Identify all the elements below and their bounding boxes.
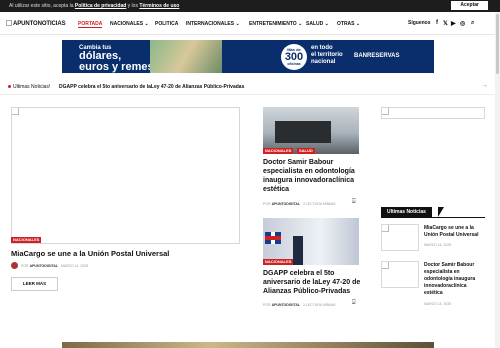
main-article-image[interactable] (11, 107, 240, 244)
cookie-text-mid: y los (126, 3, 140, 9)
nav-item-politica[interactable]: POLITICA (155, 21, 178, 27)
nav-item-entretenimiento[interactable]: ENTRETENIMIENTO ⌄ (249, 21, 302, 27)
sidebar-item-date: MARZO 14, 2025 (424, 302, 452, 306)
broken-image-icon (382, 108, 389, 115)
author-name[interactable]: APUNTODIGITAL (272, 202, 300, 206)
read-more-button[interactable]: LEER MÁS (11, 277, 58, 291)
youtube-icon[interactable]: ▶ (451, 20, 456, 27)
broken-image-icon (382, 262, 389, 269)
broken-image-icon (382, 225, 389, 232)
card2-image[interactable] (263, 218, 359, 265)
speaker-figure (293, 236, 303, 265)
sidebar-heading-label: Ultimas Noticias (381, 207, 432, 217)
author-name[interactable]: APUNTODIGITAL (30, 264, 58, 268)
ticker-next-arrow-icon[interactable]: → (481, 82, 488, 89)
article-date: MARZO 14, 2025 (60, 264, 89, 268)
ticker-headline[interactable]: DGAPP celebra el 5to aniversario de laLe… (59, 84, 244, 90)
card1-image[interactable] (263, 107, 359, 154)
search-icon[interactable]: ⌕ (471, 20, 474, 27)
category-tag[interactable]: SALUD (297, 148, 315, 154)
privacy-policy-link[interactable]: Política de privacidad (75, 3, 126, 9)
bookmark-icon[interactable]: ⍌ (352, 300, 356, 307)
instagram-icon[interactable]: ◎ (460, 20, 465, 27)
bookmark-icon[interactable]: ⍌ (352, 199, 356, 206)
card2-title-line: Alianzas Público-Privadas (263, 288, 351, 295)
heading-triangle (438, 207, 444, 217)
sidebar-title-line: innovadoraclínica (424, 283, 467, 289)
banner-right-text: en todo el territorio nacional (311, 45, 343, 66)
sidebar-title-line: MiaCargo se une a la (424, 225, 474, 231)
sidebar-item-date: MARZO 14, 2025 (424, 243, 452, 247)
banreservas-logo: BANRESERVAS (354, 53, 400, 59)
card2-meta: POR APUNTODIGITAL 3 LECTURA MÍNIMA (263, 303, 336, 307)
sidebar-title-line: Unión Postal Universal (424, 232, 479, 238)
banner-right-line-1: en todo (311, 45, 333, 51)
reading-time: 3 LECTURA MÍNIMA (302, 303, 336, 307)
page-scrollbar[interactable] (495, 12, 500, 348)
category-tag[interactable]: NACIONALES (11, 237, 42, 243)
card2-title[interactable]: DGAPP celebra el 5to aniversario de laLe… (263, 269, 360, 296)
banner-right-line-2: el territorio (311, 52, 343, 58)
bottom-ad-banner[interactable] (62, 342, 434, 348)
nav-item-internacionales[interactable]: INTERNACIONALES ⌄ (186, 21, 240, 27)
sidebar-item-thumbnail[interactable] (381, 224, 419, 251)
sidebar-item-title[interactable]: Doctor Samir Babour especialista en odon… (424, 262, 475, 297)
follow-label: Síguenos (408, 20, 431, 26)
cookie-text-pre: Al utilizar este sitio, acepta la (9, 3, 75, 9)
cookie-bar: Al utilizar este sitio, acepta la Políti… (0, 0, 500, 12)
main-article-meta: POR APUNTODIGITAL MARZO 14, 2025 (21, 264, 89, 268)
category-tag[interactable]: NACIONALES (263, 259, 294, 265)
broken-image-icon (12, 108, 19, 115)
flag-image (265, 232, 281, 244)
terms-of-use-link[interactable]: Términos de uso (139, 3, 179, 9)
banreservas-ad-banner[interactable]: Cambia tus dólares, euros y remesas Más … (62, 40, 434, 73)
cookie-accept-button[interactable]: Aceptar (451, 1, 488, 10)
banner-offices-badge: Más de 300 oficinas (281, 44, 307, 70)
banner-money-image (150, 40, 222, 73)
news-ticker: Ultimas Noticias! DGAPP celebra el 5to a… (0, 80, 500, 95)
reading-time: 3 LECTURA MÍNIMA (302, 202, 336, 206)
card1-title[interactable]: Doctor Samir Babour especialista en odon… (263, 158, 355, 194)
nav-item-nacionales[interactable]: NACIONALES ⌄ (110, 21, 149, 27)
live-dot-icon (8, 85, 11, 88)
banner-right-line-3: nacional (311, 59, 336, 65)
site-logo[interactable]: APUNTONOTICIAS (6, 20, 66, 27)
sidebar-title-line: especialista en (424, 269, 460, 275)
nav-item-otras[interactable]: OTRAS ⌄ (337, 21, 360, 27)
badge-number: 300 (284, 51, 304, 63)
sidebar-title-line: odontología inaugura (424, 276, 476, 282)
sidebar-title-line: estética (424, 290, 443, 296)
cookie-text: Al utilizar este sitio, acepta la Políti… (9, 3, 179, 9)
card1-title-line: Doctor Samir Babour (263, 159, 334, 166)
facebook-icon[interactable]: f (436, 20, 438, 26)
sidebar-heading: Ultimas Noticias (381, 207, 485, 218)
card1-title-line: inaugura innovadoraclínica (263, 177, 355, 184)
building-image (275, 121, 331, 143)
nav-item-portada[interactable]: PORTADA (78, 21, 103, 28)
x-twitter-icon[interactable]: 𝕏 (443, 20, 448, 27)
sidebar-title-line: Doctor Samir Babour (424, 262, 475, 268)
card2-title-line: DGAPP celebra el 5to (263, 270, 335, 277)
card1-title-line: estética (263, 186, 290, 193)
scrollbar-thumb[interactable] (496, 14, 499, 74)
logo-text: APUNTONOTICIAS (13, 21, 66, 27)
card2-title-line: aniversario de laLey 47-20 de (263, 279, 361, 286)
ticker-label: Ultimas Noticias! (13, 84, 51, 90)
card1-title-line: especialista en odontología (263, 168, 355, 175)
main-navigation: APUNTONOTICIAS PORTADA NACIONALES ⌄ POLI… (0, 12, 500, 35)
category-tag[interactable]: NACIONALES (263, 148, 294, 154)
card1-meta: POR APUNTODIGITAL 3 LECTURA MÍNIMA (263, 202, 336, 206)
broken-image-icon (6, 20, 12, 26)
sidebar-item-thumbnail[interactable] (381, 261, 419, 288)
author-name[interactable]: APUNTODIGITAL (272, 303, 300, 307)
main-article-title[interactable]: MiaCargo se une a la Unión Postal Univer… (11, 249, 169, 258)
sidebar-ad-image[interactable] (381, 107, 485, 119)
sidebar-item-title[interactable]: MiaCargo se une a la Unión Postal Univer… (424, 225, 478, 239)
avatar (11, 262, 18, 269)
nav-item-salud[interactable]: SALUD ⌄ (306, 21, 329, 27)
